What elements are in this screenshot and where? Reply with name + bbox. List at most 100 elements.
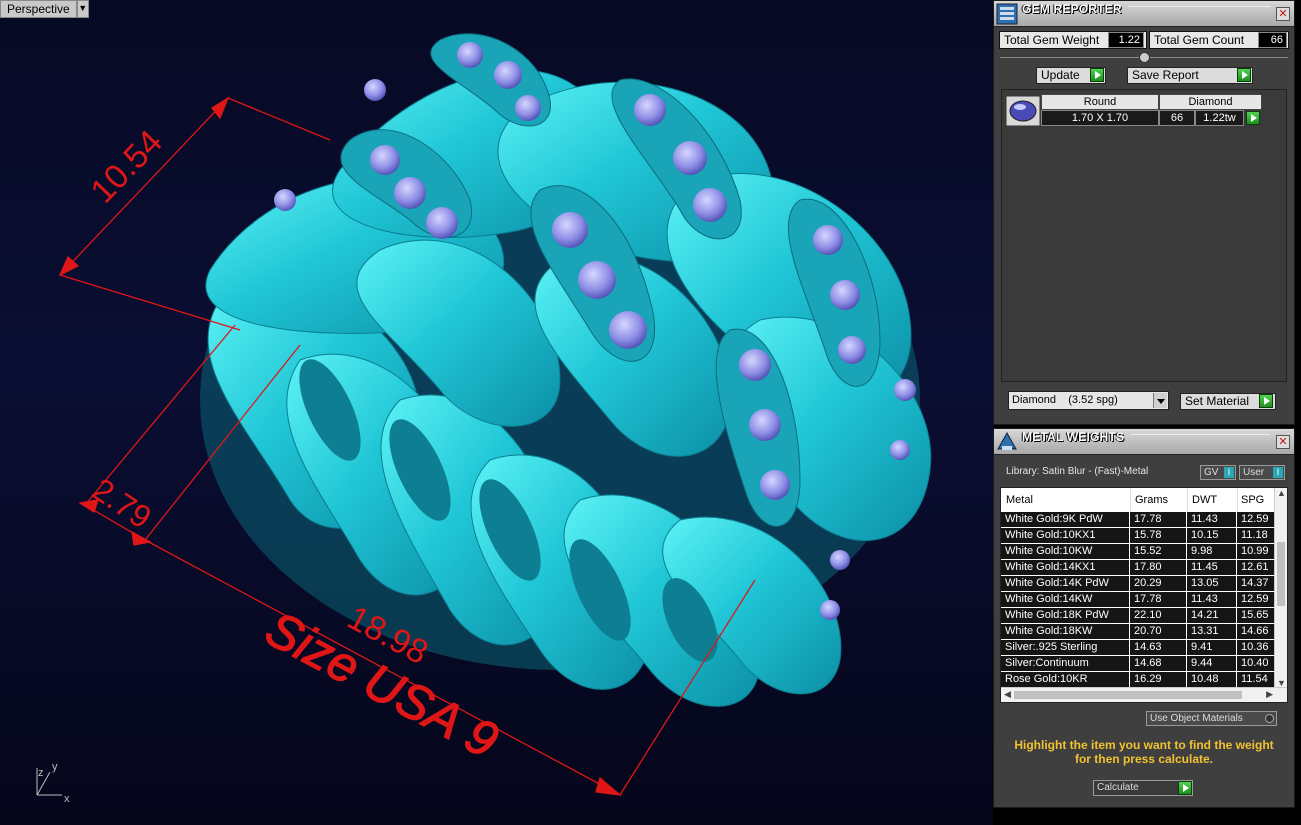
gem-reporter-titlebar[interactable]: GEM REPORTER ✕ bbox=[994, 1, 1294, 27]
spg-cell: 11.18 bbox=[1237, 528, 1277, 544]
use-object-materials-toggle[interactable]: Use Object Materials bbox=[1146, 711, 1277, 726]
metal-weights-icon bbox=[997, 431, 1017, 450]
gem-report-icon bbox=[996, 3, 1018, 24]
spg-cell: 10.36 bbox=[1237, 640, 1277, 656]
table-row[interactable]: Silver:Continuum 14.68 9.44 10.40 bbox=[1001, 656, 1277, 672]
table-row[interactable]: White Gold:9K PdW 17.78 11.43 12.59 bbox=[1001, 512, 1277, 528]
vertical-scroll-thumb[interactable] bbox=[1277, 542, 1285, 606]
user-toggle[interactable]: User I bbox=[1239, 465, 1285, 480]
viewport-label[interactable]: Perspective ▼ bbox=[0, 0, 89, 18]
gem-size-cell: 1.70 X 1.70 bbox=[1041, 110, 1159, 126]
total-gem-weight-value: 1.22 bbox=[1108, 32, 1144, 48]
col-header-dwt[interactable]: DWT bbox=[1192, 488, 1237, 512]
grams-cell: 16.29 bbox=[1130, 672, 1187, 688]
metal-weights-close-icon[interactable]: ✕ bbox=[1276, 434, 1290, 449]
dwt-cell: 9.98 bbox=[1187, 544, 1237, 560]
3d-viewport[interactable]: 10.54 2.79 18.98 Size USA 9 x z y Perspe… bbox=[0, 0, 993, 825]
table-row[interactable]: White Gold:10KW 15.52 9.98 10.99 bbox=[1001, 544, 1277, 560]
save-report-button[interactable]: Save Report bbox=[1127, 67, 1253, 84]
metal-weights-titlebar[interactable]: METAL WEIGHTS ✕ bbox=[994, 429, 1294, 455]
spg-cell: 12.61 bbox=[1237, 560, 1277, 576]
calculate-label: Calculate bbox=[1097, 782, 1139, 793]
use-object-materials-radio-icon[interactable] bbox=[1265, 714, 1274, 723]
metal-name-cell: Rose Gold:10KR bbox=[1001, 672, 1130, 688]
gv-info-icon[interactable]: I bbox=[1224, 467, 1234, 478]
grams-cell: 14.63 bbox=[1130, 640, 1187, 656]
table-row[interactable]: White Gold:14K PdW 20.29 13.05 14.37 bbox=[1001, 576, 1277, 592]
metal-name-cell: White Gold:10KW bbox=[1001, 544, 1130, 560]
vertical-scrollbar[interactable]: ▲ ▼ bbox=[1274, 488, 1287, 688]
metal-name-cell: White Gold:10KX1 bbox=[1001, 528, 1130, 544]
grams-cell: 20.29 bbox=[1130, 576, 1187, 592]
spg-cell: 14.66 bbox=[1237, 624, 1277, 640]
spg-cell: 10.99 bbox=[1237, 544, 1277, 560]
table-row[interactable]: White Gold:14KW 17.78 11.43 12.59 bbox=[1001, 592, 1277, 608]
col-header-spg[interactable]: SPG bbox=[1241, 488, 1275, 512]
calculate-go-icon[interactable] bbox=[1178, 781, 1192, 795]
splitter-knob-icon[interactable] bbox=[1139, 52, 1150, 63]
table-row[interactable]: Rose Gold:10KR 16.29 10.48 11.54 bbox=[1001, 672, 1277, 688]
gv-toggle[interactable]: GV I bbox=[1200, 465, 1236, 480]
material-select[interactable]: Diamond (3.52 spg) bbox=[1008, 391, 1169, 410]
dwt-cell: 11.43 bbox=[1187, 512, 1237, 528]
user-info-icon[interactable]: I bbox=[1273, 467, 1283, 478]
horizontal-scroll-thumb[interactable] bbox=[1014, 691, 1242, 699]
dwt-cell: 10.15 bbox=[1187, 528, 1237, 544]
metal-name-cell: White Gold:9K PdW bbox=[1001, 512, 1130, 528]
spg-cell: 12.59 bbox=[1237, 592, 1277, 608]
gem-list-area[interactable] bbox=[1001, 89, 1287, 382]
scroll-right-icon[interactable]: ▶ bbox=[1266, 689, 1273, 700]
horizontal-scrollbar[interactable]: ◀ ▶ bbox=[1001, 687, 1287, 702]
grams-cell: 15.52 bbox=[1130, 544, 1187, 560]
dim-height-label: 10.54 bbox=[83, 123, 169, 211]
axis-z-label: z bbox=[38, 767, 44, 779]
scroll-left-icon[interactable]: ◀ bbox=[1004, 689, 1011, 700]
grams-cell: 20.70 bbox=[1130, 624, 1187, 640]
grams-cell: 17.78 bbox=[1130, 592, 1187, 608]
dwt-cell: 11.43 bbox=[1187, 592, 1237, 608]
axis-y-label: y bbox=[52, 761, 58, 773]
dwt-cell: 9.44 bbox=[1187, 656, 1237, 672]
spg-cell: 12.59 bbox=[1237, 512, 1277, 528]
gem-count-cell: 66 bbox=[1159, 110, 1195, 126]
gem-shape-header: Round bbox=[1041, 94, 1159, 110]
grams-cell: 17.78 bbox=[1130, 512, 1187, 528]
viewport-menu-chevron-down-icon[interactable]: ▼ bbox=[76, 0, 89, 18]
set-material-go-icon[interactable] bbox=[1259, 394, 1273, 408]
table-row[interactable]: White Gold:18K PdW 22.10 14.21 15.65 bbox=[1001, 608, 1277, 624]
dwt-cell: 11.45 bbox=[1187, 560, 1237, 576]
metal-weights-table[interactable]: Metal Grams DWT SPG White Gold:9K PdW 17.… bbox=[1000, 487, 1288, 703]
metal-name-cell: Silver:.925 Sterling bbox=[1001, 640, 1130, 656]
viewport-name[interactable]: Perspective bbox=[0, 0, 77, 18]
update-go-icon[interactable] bbox=[1090, 68, 1104, 82]
table-row[interactable]: White Gold:14KX1 17.80 11.45 12.61 bbox=[1001, 560, 1277, 576]
col-header-grams[interactable]: Grams bbox=[1135, 488, 1185, 512]
dwt-cell: 13.05 bbox=[1187, 576, 1237, 592]
titlebar-grip bbox=[1130, 433, 1270, 450]
gem-row-go-icon[interactable] bbox=[1246, 111, 1260, 125]
dwt-cell: 13.31 bbox=[1187, 624, 1237, 640]
use-object-materials-label: Use Object Materials bbox=[1150, 713, 1243, 724]
gv-label: GV bbox=[1204, 467, 1219, 478]
calculate-hint: Highlight the item you want to find the … bbox=[1000, 738, 1288, 766]
dwt-cell: 10.48 bbox=[1187, 672, 1237, 688]
col-header-metal[interactable]: Metal bbox=[1006, 488, 1126, 512]
grams-cell: 14.68 bbox=[1130, 656, 1187, 672]
metal-name-cell: White Gold:18KW bbox=[1001, 624, 1130, 640]
table-row[interactable]: White Gold:18KW 20.70 13.31 14.66 bbox=[1001, 624, 1277, 640]
round-gem-icon[interactable] bbox=[1006, 96, 1040, 126]
grams-cell: 17.80 bbox=[1130, 560, 1187, 576]
material-chevron-down-icon[interactable] bbox=[1153, 393, 1167, 408]
header-divider bbox=[1237, 488, 1238, 512]
scroll-up-icon[interactable]: ▲ bbox=[1277, 488, 1286, 498]
ring-scene[interactable]: 10.54 2.79 18.98 Size USA 9 x z y bbox=[0, 0, 993, 825]
table-row[interactable]: Silver:.925 Sterling 14.63 9.41 10.36 bbox=[1001, 640, 1277, 656]
header-divider bbox=[1187, 488, 1188, 512]
save-report-go-icon[interactable] bbox=[1237, 68, 1251, 82]
spg-cell: 10.40 bbox=[1237, 656, 1277, 672]
gem-reporter-close-icon[interactable]: ✕ bbox=[1276, 6, 1290, 21]
hint-line-2: for then press calculate. bbox=[1074, 752, 1214, 766]
library-label: Library: Satin Blur - (Fast)-Metal bbox=[1006, 466, 1149, 477]
table-row[interactable]: White Gold:10KX1 15.78 10.15 11.18 bbox=[1001, 528, 1277, 544]
header-divider bbox=[1130, 488, 1131, 512]
